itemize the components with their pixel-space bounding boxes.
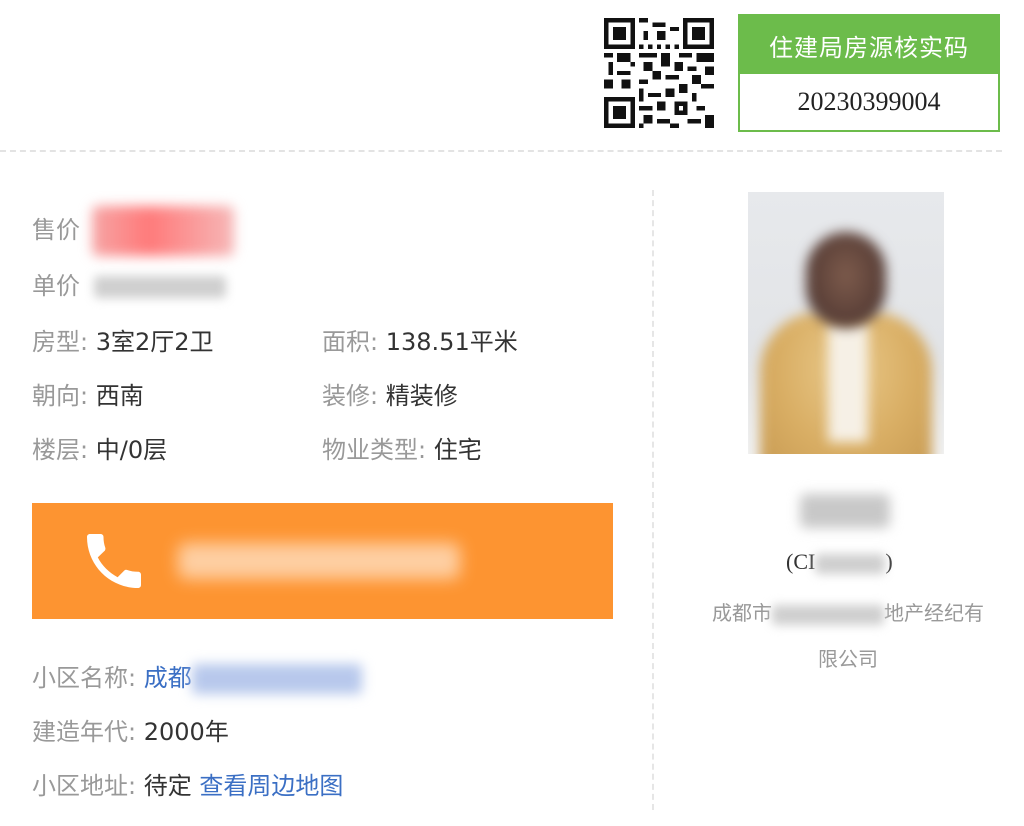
community-name-label: 小区名称:	[32, 664, 137, 692]
address-row: 小区地址: 待定 查看周边地图	[32, 766, 343, 801]
orientation-label: 朝向:	[32, 382, 89, 410]
property-type-label: 物业类型:	[322, 436, 427, 464]
area-label: 面积:	[322, 328, 379, 356]
area-value: 138.51平米	[385, 328, 518, 356]
agent-license-id: (CI)	[786, 549, 893, 575]
unit-price-label: 单价	[32, 272, 80, 300]
call-agent-button[interactable]	[32, 503, 613, 619]
floor-value: 中/0层	[95, 436, 168, 464]
floor-row: 楼层: 中/0层	[32, 430, 167, 465]
divider-vertical	[652, 190, 654, 810]
qr-code-icon	[604, 18, 714, 128]
agent-name-redacted	[800, 494, 890, 528]
floor-label: 楼层:	[32, 436, 89, 464]
agent-photo	[748, 192, 944, 454]
orientation-value: 西南	[95, 382, 144, 410]
area-row: 面积: 138.51平米	[322, 322, 518, 357]
total-price-label: 售价	[32, 216, 80, 244]
layout-value: 3室2厅2卫	[95, 328, 214, 356]
layout-row: 房型: 3室2厅2卫	[32, 322, 214, 357]
decoration-value: 精装修	[385, 382, 458, 410]
community-name-prefix: 成都	[143, 664, 192, 692]
build-year-row: 建造年代: 2000年	[32, 712, 229, 747]
property-type-row: 物业类型: 住宅	[322, 430, 482, 465]
build-year-value: 2000年	[143, 718, 229, 746]
agent-id-suffix: )	[885, 549, 893, 574]
company-name-redacted	[772, 604, 884, 625]
total-price-value-redacted	[91, 206, 234, 256]
address-value: 待定	[143, 772, 192, 800]
verification-code-box: 住建局房源核实码 20230399004	[738, 14, 1000, 132]
unit-price-row: 单价	[32, 266, 226, 301]
company-line2: 限公司	[818, 647, 878, 671]
agent-id-redacted	[815, 553, 886, 574]
unit-price-value-redacted	[93, 276, 226, 298]
view-map-link[interactable]: 查看周边地图	[199, 772, 343, 800]
phone-icon	[87, 534, 141, 588]
decoration-label: 装修:	[322, 382, 379, 410]
community-name-link[interactable]: 成都	[143, 664, 362, 694]
community-name-redacted	[191, 664, 362, 694]
verification-code: 20230399004	[797, 87, 941, 116]
property-type-value: 住宅	[433, 436, 482, 464]
verification-title: 住建局房源核实码	[740, 16, 998, 74]
total-price-row: 售价	[32, 206, 234, 256]
agent-id-prefix: (CI	[786, 549, 816, 574]
address-label: 小区地址:	[32, 772, 137, 800]
phone-number-redacted	[178, 543, 460, 579]
orientation-row: 朝向: 西南	[32, 376, 144, 411]
divider-horizontal	[0, 150, 1002, 152]
company-prefix: 成都市	[712, 601, 772, 625]
community-name-row: 小区名称: 成都	[32, 658, 362, 694]
decoration-row: 装修: 精装修	[322, 376, 458, 411]
build-year-label: 建造年代:	[32, 718, 137, 746]
company-suffix: 地产经纪有	[884, 601, 984, 625]
agent-company: 成都市 地产经纪有 限公司	[692, 590, 1004, 682]
layout-label: 房型:	[32, 328, 89, 356]
